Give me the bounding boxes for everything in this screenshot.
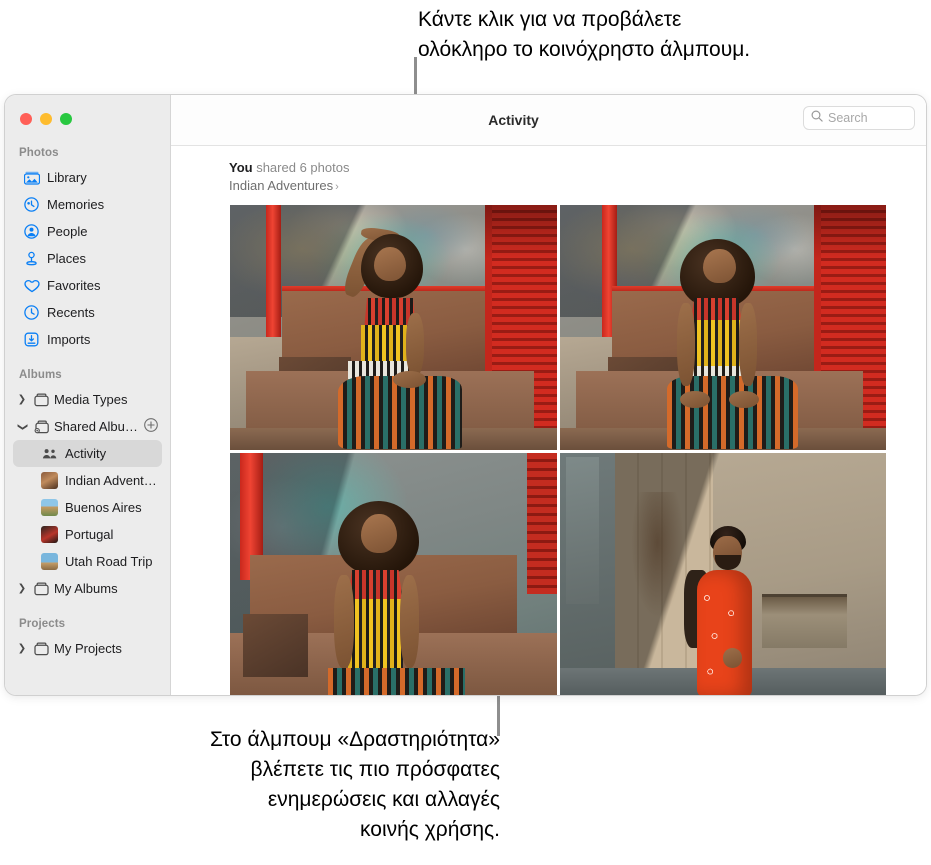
- sidebar-group-label: Media Types: [54, 392, 128, 407]
- sidebar-item-buenos-aires[interactable]: Buenos Aires: [13, 494, 162, 521]
- sidebar: Photos Library Memories People Places Fa…: [5, 95, 171, 695]
- content-area: Activity Search You shared 6 photos Indi…: [171, 95, 926, 695]
- album-thumbnail: [41, 553, 58, 570]
- sidebar-item-label: Buenos Aires: [65, 500, 142, 515]
- activity-summary: You shared 6 photos: [229, 160, 926, 175]
- sidebar-group-media-types[interactable]: ❯ Media Types: [13, 386, 162, 413]
- search-placeholder: Search: [828, 111, 868, 125]
- chevron-right-icon[interactable]: ❯: [15, 583, 29, 594]
- chevron-right-icon[interactable]: ❯: [15, 394, 29, 405]
- sidebar-section-photos-title: Photos: [19, 147, 59, 159]
- album-thumbnail: [41, 526, 58, 543]
- sidebar-item-label: Utah Road Trip: [65, 554, 153, 569]
- activity-album-link[interactable]: Indian Adventures ›: [229, 178, 926, 193]
- sidebar-group-label: My Albums: [54, 581, 118, 596]
- folder-icon: [33, 391, 50, 408]
- photos-app-window: Photos Library Memories People Places Fa…: [5, 95, 926, 695]
- sidebar-item-places[interactable]: Places: [13, 245, 162, 272]
- photo-woman-seated-facing[interactable]: [559, 205, 886, 450]
- library-icon: [23, 169, 40, 186]
- people-icon: [23, 223, 40, 240]
- sidebar-section-albums-title: Albums: [19, 369, 62, 381]
- chevron-right-icon: ›: [335, 181, 339, 193]
- sidebar-item-memories[interactable]: Memories: [13, 191, 162, 218]
- photo-woman-hand-on-head[interactable]: [230, 205, 557, 450]
- album-thumbnail: [41, 499, 58, 516]
- album-thumbnail: [41, 472, 58, 489]
- sidebar-group-shared-albums[interactable]: ❯ Shared Albu…: [13, 413, 162, 440]
- chevron-down-icon[interactable]: ❯: [17, 420, 28, 434]
- sidebar-item-label: Library: [47, 170, 87, 185]
- folder-icon: [33, 640, 50, 657]
- window-controls: [5, 95, 170, 125]
- sidebar-item-people[interactable]: People: [13, 218, 162, 245]
- sidebar-item-label: Memories: [47, 197, 105, 212]
- photo-man-orange-shirt[interactable]: [559, 452, 886, 695]
- toolbar: Activity Search: [171, 95, 926, 146]
- sidebar-group-my-projects[interactable]: ❯ My Projects: [13, 635, 162, 662]
- chevron-right-icon[interactable]: ❯: [15, 643, 29, 654]
- sidebar-item-label: Favorites: [47, 278, 101, 293]
- sidebar-item-label: Places: [47, 251, 87, 266]
- search-icon: [811, 109, 823, 127]
- sidebar-item-activity[interactable]: Activity: [13, 440, 162, 467]
- shared-folder-icon: [33, 418, 50, 435]
- sidebar-item-utah-road-trip[interactable]: Utah Road Trip: [13, 548, 162, 575]
- sidebar-item-favorites[interactable]: Favorites: [13, 272, 162, 299]
- search-input[interactable]: Search: [803, 106, 915, 130]
- photo-woman-eyes-closed[interactable]: [230, 452, 557, 695]
- sidebar-section-projects-title: Projects: [19, 618, 66, 630]
- folder-icon: [33, 580, 50, 597]
- activity-header: You shared 6 photos Indian Adventures ›: [171, 146, 926, 200]
- sidebar-item-label: People: [47, 224, 88, 239]
- minimize-button[interactable]: [40, 113, 52, 125]
- sidebar-group-my-albums[interactable]: ❯ My Albums: [13, 575, 162, 602]
- sidebar-item-label: Recents: [47, 305, 95, 320]
- memories-icon: [23, 196, 40, 213]
- sidebar-group-label: Shared Albu…: [54, 419, 138, 434]
- sidebar-item-label: Portugal: [65, 527, 114, 542]
- sidebar-item-recents[interactable]: Recents: [13, 299, 162, 326]
- callout-top-text: Κάντε κλικ για να προβάλετε ολόκληρο το …: [418, 8, 751, 61]
- activity-album-name: Indian Adventures: [229, 178, 334, 193]
- photo-grid: [230, 205, 886, 695]
- sidebar-item-imports[interactable]: Imports: [13, 326, 162, 353]
- activity-action: shared 6 photos: [252, 160, 350, 175]
- sidebar-item-portugal[interactable]: Portugal: [13, 521, 162, 548]
- sidebar-item-label: Imports: [47, 332, 91, 347]
- heart-icon: [23, 277, 40, 294]
- sidebar-item-indian-adventures[interactable]: Indian Advent…: [13, 467, 162, 494]
- activity-actor: You: [229, 160, 253, 175]
- people-pair-icon: [41, 445, 58, 462]
- zoom-button[interactable]: [60, 113, 72, 125]
- sidebar-group-label: My Projects: [54, 641, 122, 656]
- sidebar-item-label: Indian Advent…: [65, 473, 157, 488]
- close-button[interactable]: [20, 113, 32, 125]
- sidebar-item-label: Activity: [65, 446, 107, 461]
- clock-icon: [23, 304, 40, 321]
- sidebar-item-library[interactable]: Library: [13, 164, 162, 191]
- places-icon: [23, 250, 40, 267]
- import-icon: [23, 331, 40, 348]
- callout-bottom-text: Στο άλμπουμ «Δραστηριότητα» βλέπετε τις …: [209, 728, 500, 841]
- add-shared-album-button[interactable]: [144, 418, 158, 435]
